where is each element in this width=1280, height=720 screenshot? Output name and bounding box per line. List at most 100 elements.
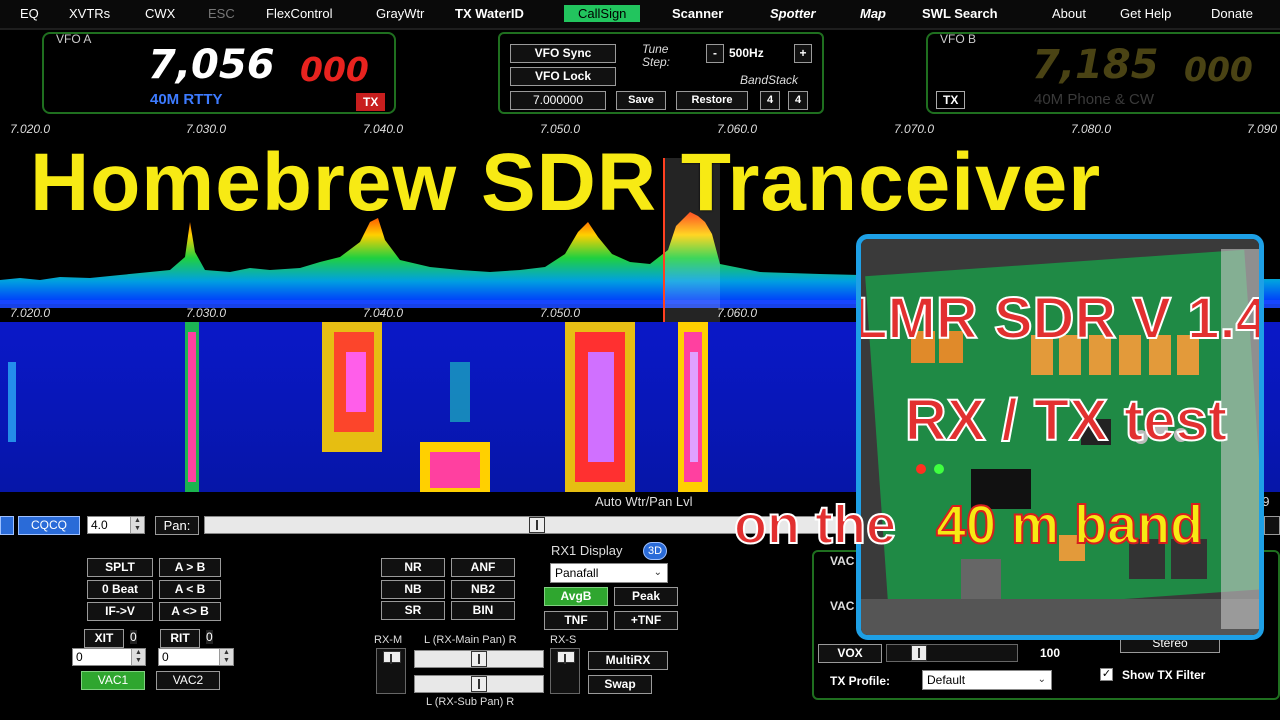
- vfo-b-tx-button[interactable]: TX: [936, 91, 966, 109]
- a-to-b-button[interactable]: A > B: [159, 558, 221, 577]
- scale-tick: 7.040.0: [362, 306, 404, 320]
- menu-get-help[interactable]: Get Help: [1120, 6, 1171, 21]
- xit-spinner[interactable]: 0 ▲ ▼: [72, 648, 146, 666]
- zoom-spinner[interactable]: 4.0 ▲ ▼: [87, 516, 145, 534]
- a-from-b-button[interactable]: A < B: [159, 580, 221, 599]
- zoom-value: 4.0: [91, 518, 108, 532]
- vfo-b-frequency-main[interactable]: 7,185: [1032, 42, 1159, 88]
- rx-main-volume-slider[interactable]: [376, 648, 406, 694]
- rit-offset: 0: [206, 630, 213, 644]
- rx-sub-pan-thumb[interactable]: [471, 676, 487, 692]
- spin-arrows-icon[interactable]: ▲ ▼: [131, 649, 145, 665]
- peak-button[interactable]: Peak: [614, 587, 678, 606]
- tx-profile-value: Default: [927, 673, 966, 687]
- vfo-sync-button[interactable]: VFO Sync: [510, 44, 616, 63]
- multirx-button[interactable]: MultiRX: [588, 651, 668, 670]
- vfo-a-tx-button[interactable]: TX: [356, 93, 386, 111]
- a-swap-b-button[interactable]: A <> B: [159, 602, 221, 621]
- vfo-b-panel: VFO B 7,185 000 40M Phone & CW TX: [926, 32, 1280, 114]
- vfo-b-band: 40M Phone & CW: [1034, 91, 1155, 108]
- swap-button[interactable]: Swap: [588, 675, 652, 694]
- vox-level-value: 100: [1040, 646, 1061, 660]
- vfo-lock-button[interactable]: VFO Lock: [510, 67, 616, 86]
- menu-spotter[interactable]: Spotter: [770, 6, 816, 21]
- vfo-b-frequency-sub[interactable]: 000: [1184, 50, 1253, 89]
- tnf-button[interactable]: TNF: [544, 611, 608, 630]
- rit-button[interactable]: RIT: [160, 629, 200, 648]
- video-title-overlay: Homebrew SDR Tranceiver: [30, 137, 1102, 228]
- bandstack-index-a[interactable]: 4: [760, 91, 780, 110]
- vox-level-thumb[interactable]: [911, 645, 927, 661]
- vac-label-a: VAC: [830, 554, 855, 568]
- rx-main-volume-thumb[interactable]: [383, 651, 401, 664]
- bandstack-restore-button[interactable]: Restore: [676, 91, 748, 110]
- menu-donate[interactable]: Donate: [1211, 6, 1253, 21]
- menu-tx-waterid[interactable]: TX WaterID: [455, 6, 524, 21]
- vac2-button[interactable]: VAC2: [156, 671, 220, 690]
- rx-sub-volume-thumb[interactable]: [557, 651, 575, 664]
- xit-button[interactable]: XIT: [84, 629, 124, 648]
- nr-button[interactable]: NR: [381, 558, 445, 577]
- rit-spinner-value: 0: [162, 650, 169, 664]
- menu-flexcontrol[interactable]: FlexControl: [266, 6, 332, 21]
- rx-sub-pan-slider[interactable]: [414, 675, 544, 693]
- auto-wtr-pan-label[interactable]: Auto Wtr/Pan Lvl: [595, 494, 693, 509]
- vfo-a-frequency-main[interactable]: 7,056: [148, 42, 275, 88]
- nb-button[interactable]: NB: [381, 580, 445, 599]
- vac1-button[interactable]: VAC1: [81, 671, 145, 690]
- vfo-a-panel: VFO A 7,056 000 40M RTTY TX: [42, 32, 396, 114]
- menu-xvtrs[interactable]: XVTRs: [69, 6, 110, 21]
- menu-scanner[interactable]: Scanner: [672, 6, 723, 21]
- pan-label: Pan:: [155, 516, 199, 535]
- rit-spinner[interactable]: 0 ▲ ▼: [158, 648, 234, 666]
- rx-sub-volume-slider[interactable]: [550, 648, 580, 694]
- rx-main-pan-thumb[interactable]: [471, 651, 487, 667]
- frequency-entry[interactable]: 7.000000: [510, 91, 606, 110]
- vfo-a-frequency-sub[interactable]: 000: [300, 50, 369, 89]
- scale-tick: 7.050.0: [539, 306, 581, 320]
- bandstack-index-b[interactable]: 4: [788, 91, 808, 110]
- tune-step-label: Tune Step:: [642, 42, 671, 69]
- menu-swl-search[interactable]: SWL Search: [922, 6, 998, 21]
- right-edge-button[interactable]: [1264, 516, 1280, 535]
- tx-profile-select[interactable]: Default ⌄: [922, 670, 1052, 690]
- cqcq-button[interactable]: CQCQ: [18, 516, 80, 535]
- chevron-down-icon: ⌄: [653, 567, 662, 578]
- overlay-line-2: RX / TX test: [904, 387, 1228, 454]
- xit-spinner-value: 0: [76, 650, 83, 664]
- show-tx-filter-label: Show TX Filter: [1122, 668, 1206, 682]
- anf-button[interactable]: ANF: [451, 558, 515, 577]
- display-mode-select[interactable]: Panafall ⌄: [550, 563, 668, 583]
- menu-map[interactable]: Map: [860, 6, 886, 21]
- vac-label-b: VAC: [830, 599, 855, 613]
- bin-button[interactable]: BIN: [451, 601, 515, 620]
- menu-esc[interactable]: ESC: [208, 6, 235, 21]
- vox-button[interactable]: VOX: [818, 644, 882, 663]
- tune-step-minus-button[interactable]: -: [706, 44, 724, 63]
- if-to-v-button[interactable]: IF->V: [87, 602, 153, 621]
- spin-arrows-icon[interactable]: ▲ ▼: [130, 517, 144, 533]
- overlay-line-3a: on the: [733, 494, 897, 556]
- menu-callsign[interactable]: CallSign: [564, 5, 641, 22]
- menu-cwx[interactable]: CWX: [145, 6, 175, 21]
- menu-graywtr[interactable]: GrayWtr: [376, 6, 424, 21]
- left-edge-button[interactable]: [0, 516, 14, 535]
- avgb-button[interactable]: AvgB: [544, 587, 608, 606]
- menu-eq[interactable]: EQ: [20, 6, 39, 21]
- bandstack-save-button[interactable]: Save: [616, 91, 666, 110]
- split-button[interactable]: SPLT: [87, 558, 153, 577]
- spin-arrows-icon[interactable]: ▲ ▼: [219, 649, 233, 665]
- pan-slider-thumb[interactable]: [529, 517, 545, 533]
- tx-profile-label: TX Profile:: [830, 674, 891, 688]
- check-icon[interactable]: ✓: [1100, 668, 1113, 681]
- vox-level-slider[interactable]: [886, 644, 1018, 662]
- overlay-line-1: LMR SDR V 1.4: [856, 285, 1264, 352]
- nb2-button[interactable]: NB2: [451, 580, 515, 599]
- add-tnf-button[interactable]: +TNF: [614, 611, 678, 630]
- tune-step-plus-button[interactable]: +: [794, 44, 812, 63]
- sr-button[interactable]: SR: [381, 601, 445, 620]
- zero-beat-button[interactable]: 0 Beat: [87, 580, 153, 599]
- menu-about[interactable]: About: [1052, 6, 1086, 21]
- rx-main-pan-slider[interactable]: [414, 650, 544, 668]
- 3d-toggle[interactable]: 3D: [643, 542, 667, 560]
